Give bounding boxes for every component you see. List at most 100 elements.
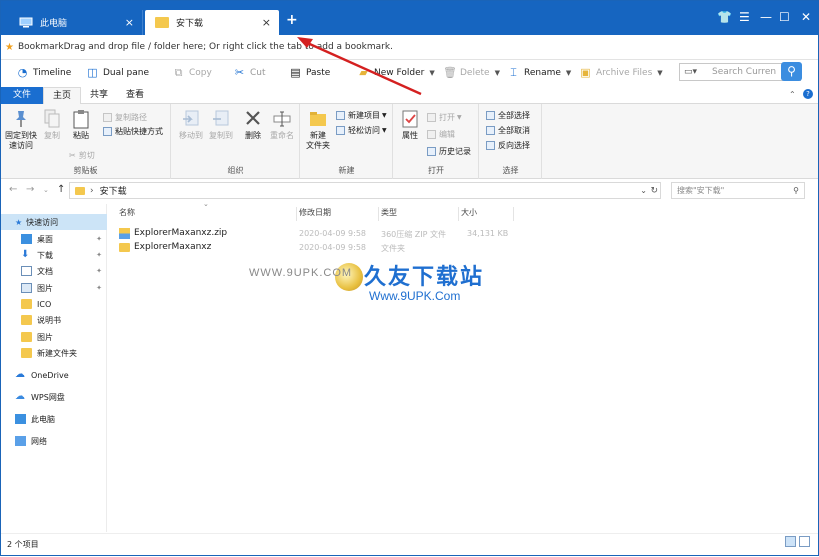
folder-icon <box>155 17 169 28</box>
watermark-url: Www.9UPK.Com <box>369 289 461 303</box>
nav-item-downloads[interactable]: ⬇ 下载 ✦ <box>1 247 107 263</box>
new-folder-button[interactable]: ▰ New Folder ▼ <box>357 66 434 79</box>
file-row-folder[interactable]: ExplorerMaxanxz <box>119 240 211 254</box>
history-dropdown-icon[interactable]: ⌄ <box>43 186 49 194</box>
tab-view[interactable]: 查看 <box>117 87 153 104</box>
column-type[interactable]: 类型 <box>379 207 459 221</box>
paste-ribbon-button[interactable]: 粘贴 <box>67 109 95 141</box>
rename-label: Rename <box>524 68 561 78</box>
dual-pane-button[interactable]: ◫ Dual pane <box>86 67 149 79</box>
chevron-down-icon[interactable]: ▼ <box>495 69 500 77</box>
address-dropdown-icon[interactable]: ⌄ <box>640 186 647 195</box>
select-all-button[interactable]: 全部选择 <box>486 110 530 121</box>
column-name[interactable]: 名称 <box>119 207 297 221</box>
tab-anxiazai[interactable]: 安下载 × <box>145 10 279 35</box>
search-scope-icon[interactable]: ▭▾ <box>684 67 697 77</box>
copy-to-icon <box>213 110 229 126</box>
nav-quick-access[interactable]: ★ 快速访问 <box>1 214 107 230</box>
group-label: 新建 <box>338 166 355 175</box>
folder-search-field[interactable]: 搜索"安下载" ⚲ <box>671 182 805 199</box>
chevron-down-icon[interactable]: ▼ <box>566 69 571 77</box>
copy-to-button[interactable]: 复制到 <box>206 109 236 141</box>
paste-button[interactable]: ▤ Paste <box>289 67 330 79</box>
history-button[interactable]: 历史记录 <box>427 146 471 157</box>
up-icon[interactable]: ↑ <box>57 184 65 195</box>
cloud-icon: ☁ <box>15 391 25 402</box>
new-item-button[interactable]: 新建项目 ▼ <box>336 110 387 121</box>
column-date[interactable]: 修改日期 <box>297 207 379 221</box>
collapse-ribbon-icon[interactable]: ⌃ <box>789 90 796 99</box>
cut-ribbon-button[interactable]: ✂ 剪切 <box>69 150 95 161</box>
back-icon[interactable]: ← <box>9 184 17 195</box>
timeline-button[interactable]: ◔ Timeline <box>16 67 72 79</box>
nav-item-pictures-folder[interactable]: 图片 <box>1 329 107 345</box>
new-folder-label-2: 文件夹 <box>306 141 330 150</box>
properties-button[interactable]: 属性 <box>398 109 422 141</box>
group-label: 选择 <box>502 166 519 175</box>
pin-quick-access-button[interactable]: 固定到快 速访问 <box>4 109 38 151</box>
archive-button[interactable]: ▣ Archive Files ▼ <box>579 67 662 79</box>
address-field[interactable]: › 安下载 ⌄ ↻ <box>69 182 661 199</box>
tab-share[interactable]: 共享 <box>81 87 117 104</box>
file-row-zip[interactable]: ExplorerMaxanxz.zip <box>119 226 227 240</box>
nav-item-documents[interactable]: 文档 ✦ <box>1 263 107 279</box>
network-icon <box>15 436 26 446</box>
bookmark-bar[interactable]: ★ Bookmark Drag and drop file / folder h… <box>1 35 818 59</box>
chevron-down-icon[interactable]: ▼ <box>657 69 662 77</box>
menu-icon[interactable]: ☰ <box>739 10 750 24</box>
nav-item-pictures[interactable]: 图片 ✦ <box>1 280 107 296</box>
delete-ribbon-button[interactable]: 删除 <box>240 109 266 141</box>
nav-wps[interactable]: ☁ WPS网盘 <box>1 389 107 405</box>
nav-onedrive[interactable]: ☁ OneDrive <box>1 367 107 383</box>
copy-ribbon-button[interactable]: 复制 <box>39 109 65 141</box>
paste-shortcut-button[interactable]: 粘贴快捷方式 <box>103 126 163 137</box>
folder-search-placeholder: 搜索"安下载" <box>677 186 725 195</box>
breadcrumb[interactable]: 安下载 <box>100 184 127 197</box>
refresh-icon[interactable]: ↻ <box>650 186 658 196</box>
maximize-button[interactable]: ☐ <box>779 10 790 24</box>
copy-button[interactable]: ⧉ Copy <box>172 67 212 79</box>
nav-item-manual[interactable]: 说明书 <box>1 312 107 328</box>
chevron-down-icon[interactable]: ▼ <box>429 69 434 77</box>
nav-label: 下载 <box>37 250 53 260</box>
open-button[interactable]: 打开 ▼ <box>427 112 462 123</box>
move-to-label: 移动到 <box>179 131 203 140</box>
select-none-button[interactable]: 全部取消 <box>486 125 530 136</box>
new-folder-ribbon-button[interactable]: 新建 文件夹 <box>303 109 333 151</box>
rename-ribbon-button[interactable]: 重命名 <box>268 109 296 141</box>
new-folder-icon: ▰ <box>359 66 368 79</box>
new-item-icon <box>336 111 345 120</box>
tab-file[interactable]: 文件 <box>1 87 44 104</box>
skin-icon[interactable]: 👕 <box>717 10 732 24</box>
nav-network[interactable]: 网络 <box>1 433 107 449</box>
nav-this-pc[interactable]: 此电脑 <box>1 411 107 427</box>
search-button[interactable]: ⚲ <box>781 62 802 81</box>
nav-item-ico[interactable]: ICO <box>1 296 107 312</box>
edit-button[interactable]: 编辑 <box>427 129 455 140</box>
nav-item-desktop[interactable]: 桌面 ✦ <box>1 231 107 247</box>
details-view-icon[interactable] <box>785 536 796 547</box>
invert-selection-button[interactable]: 反向选择 <box>486 140 530 151</box>
column-size[interactable]: 大小 <box>459 207 514 221</box>
move-to-button[interactable]: 移动到 <box>176 109 206 141</box>
close-tab-icon[interactable]: × <box>262 16 271 29</box>
close-tab-icon[interactable]: × <box>125 16 134 29</box>
tab-home[interactable]: 主页 <box>43 87 82 104</box>
close-button[interactable]: ✕ <box>801 10 811 24</box>
easy-access-button[interactable]: 轻松访问 ▼ <box>336 125 387 136</box>
nav-item-new-folder[interactable]: 新建文件夹 <box>1 345 107 361</box>
large-icons-view-icon[interactable] <box>799 536 810 547</box>
new-tab-button[interactable]: + <box>286 12 298 28</box>
tab-this-pc[interactable]: 此电脑 × <box>9 10 143 35</box>
clipboard-icon <box>73 110 89 129</box>
rename-button[interactable]: ⌶ Rename ▼ <box>507 67 571 79</box>
breadcrumb-separator-icon[interactable]: › <box>90 186 94 196</box>
help-icon[interactable]: ? <box>803 89 813 99</box>
nav-label: 新建文件夹 <box>37 348 77 358</box>
delete-button[interactable]: 🗑 Delete ▼ <box>443 67 500 79</box>
minimize-button[interactable]: — <box>760 10 772 24</box>
forward-icon[interactable]: → <box>26 184 34 195</box>
copy-path-button[interactable]: 复制路径 <box>103 112 147 123</box>
cut-button[interactable]: ✂ Cut <box>233 67 266 79</box>
copy-path-icon <box>103 113 112 122</box>
